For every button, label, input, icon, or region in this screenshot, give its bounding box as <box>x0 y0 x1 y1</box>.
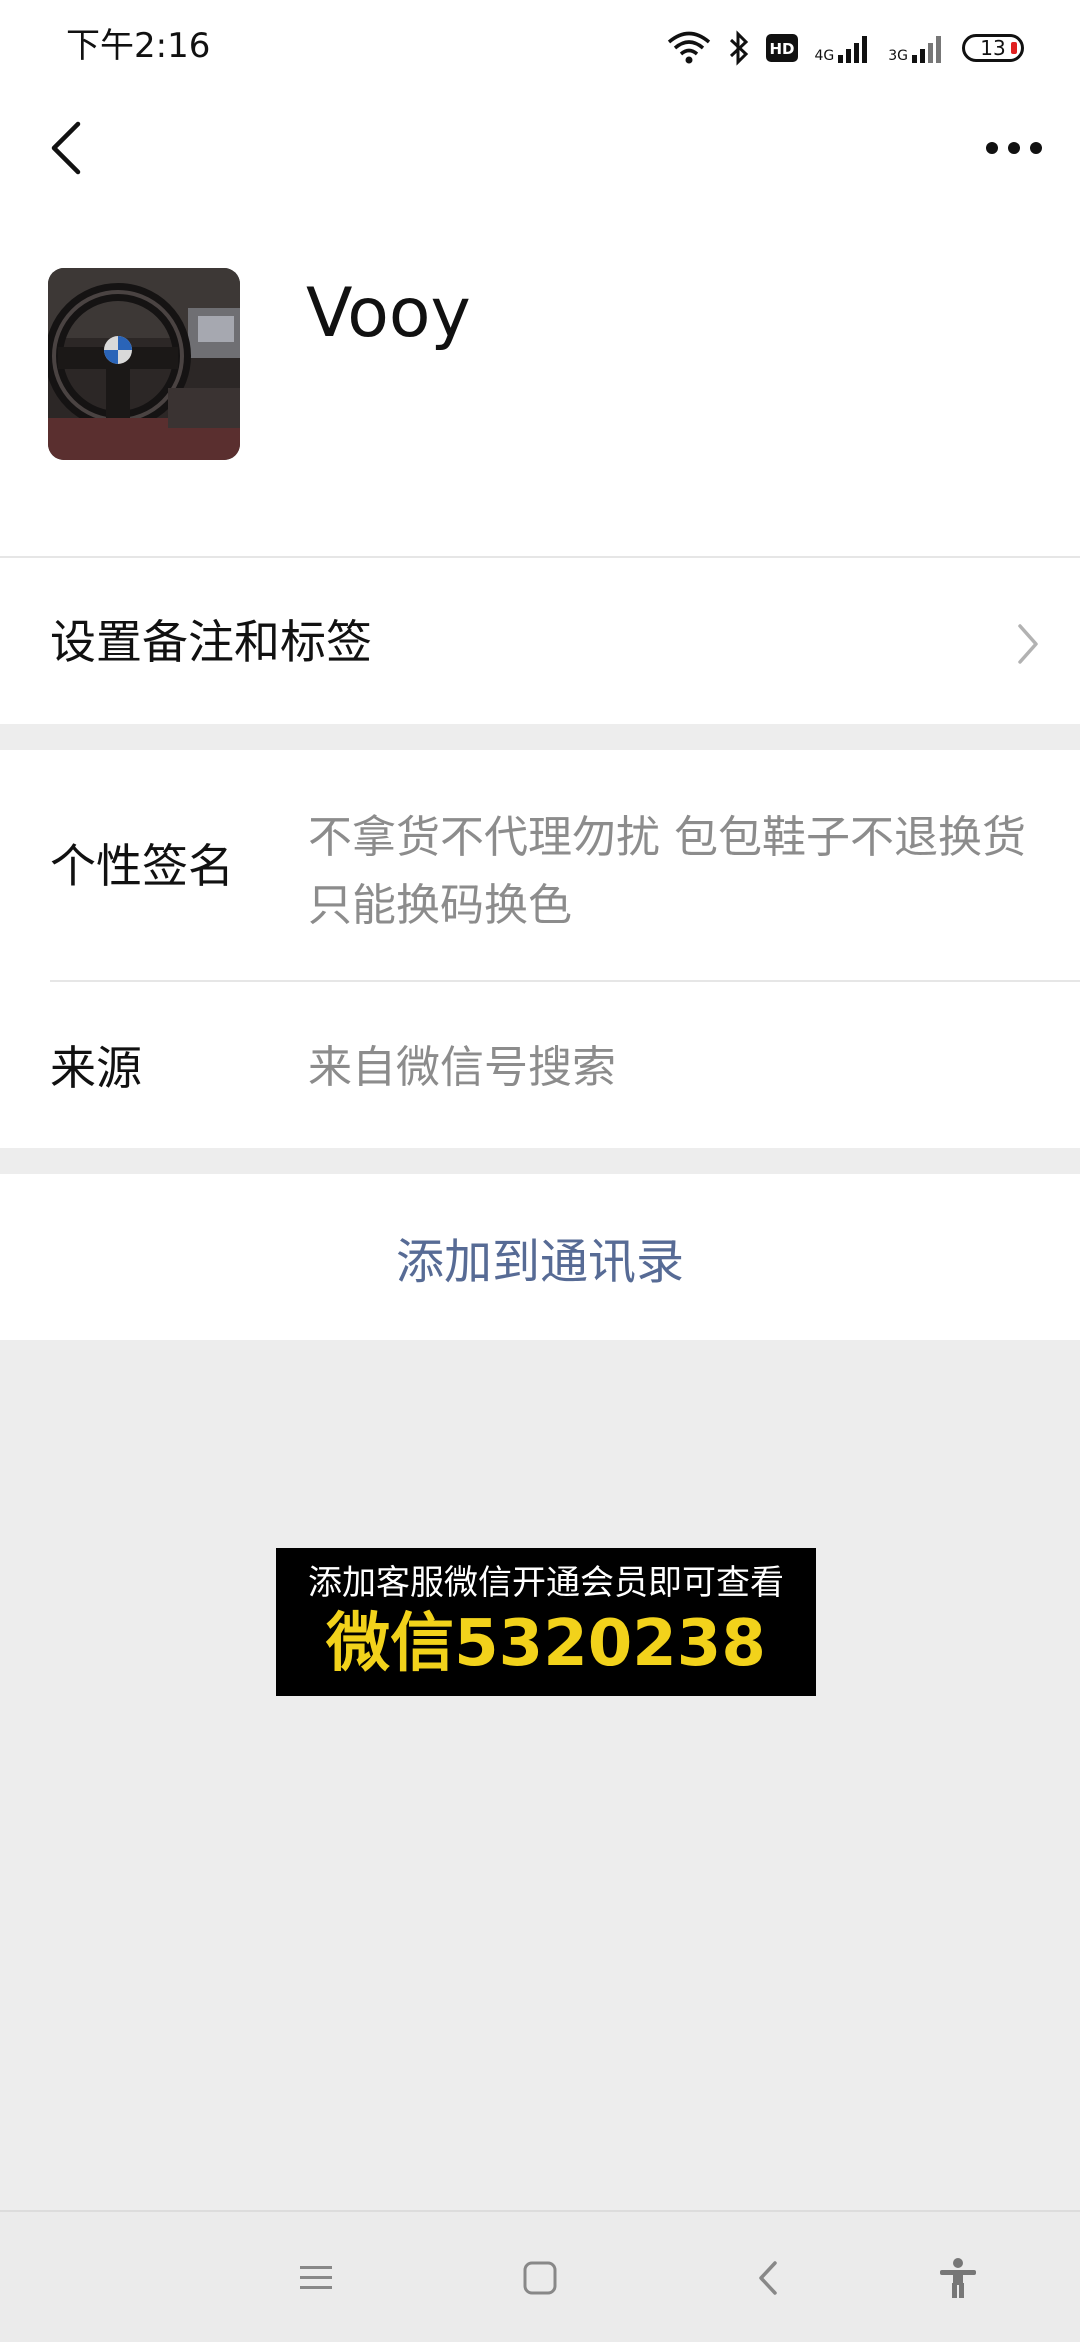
signal-bars-icon <box>912 36 941 63</box>
status-icons: HD 4G 3G 13 <box>666 26 1024 70</box>
nav-accessibility-button[interactable] <box>922 2242 994 2314</box>
network-type-1: 4G <box>814 48 835 64</box>
nav-back-button[interactable] <box>732 2242 804 2314</box>
remark-tags-label: 设置备注和标签 <box>50 615 372 669</box>
battery-level: 13 <box>980 36 1006 60</box>
signal-1: 4G <box>814 33 872 63</box>
banner-main-text: 微信5320238 <box>326 1607 766 1681</box>
back-button[interactable] <box>34 116 98 180</box>
accessibility-icon <box>940 2258 976 2298</box>
nav-menu-button[interactable] <box>280 2242 352 2314</box>
svg-text:HD: HD <box>770 40 795 58</box>
more-button[interactable] <box>974 116 1054 180</box>
banner-top-text: 添加客服微信开通会员即可查看 <box>308 1563 784 1603</box>
network-type-2: 3G <box>888 48 908 64</box>
profile-name: Vooy <box>306 274 471 353</box>
source-value: 来自微信号搜索 <box>308 1042 616 1093</box>
signal-bars-icon <box>838 36 868 63</box>
wifi-icon <box>666 31 712 65</box>
add-to-contacts-button[interactable]: 添加到通讯录 <box>0 1174 1080 1340</box>
signal-2: 3G <box>888 33 946 63</box>
nav-home-button[interactable] <box>504 2242 576 2314</box>
bluetooth-icon <box>728 30 750 66</box>
source-label: 来源 <box>50 1041 142 1095</box>
home-square-icon <box>523 2261 557 2295</box>
hd-icon: HD <box>766 34 799 62</box>
more-dots-icon <box>986 142 1042 154</box>
signature-value: 不拿货不代理勿扰 包包鞋子不退换货 只能换码换色 <box>308 812 1026 931</box>
back-triangle-icon <box>759 2261 777 2295</box>
chevron-right-icon <box>1004 612 1052 676</box>
info-divider <box>50 980 1080 982</box>
menu-icon <box>300 2266 332 2289</box>
signature-label: 个性签名 <box>50 839 234 893</box>
avatar[interactable] <box>48 268 240 460</box>
promo-banner: 添加客服微信开通会员即可查看 微信5320238 <box>276 1548 816 1696</box>
chevron-left-icon <box>51 121 81 175</box>
steering-wheel-avatar-image <box>48 268 240 460</box>
status-time: 下午2:16 <box>66 26 211 66</box>
battery-icon: 13 <box>962 34 1024 62</box>
